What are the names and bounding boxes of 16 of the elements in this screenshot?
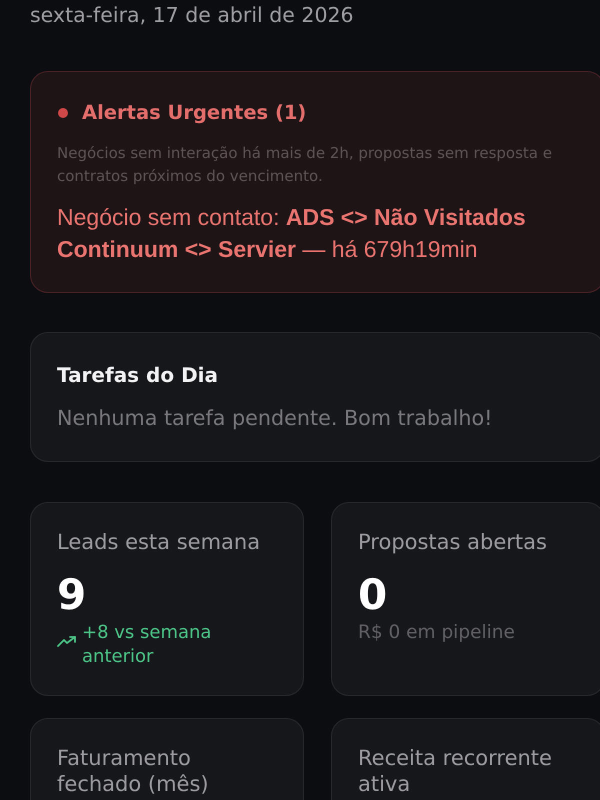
status-dot-icon <box>58 108 68 118</box>
alert-title: Alertas Urgentes (1) <box>82 101 306 125</box>
alert-item[interactable]: Negócio sem contato: ADS <> Não Visitados Continuum <> Servier — há 679h19min <box>57 201 547 265</box>
stat-value: 9 <box>57 570 86 620</box>
date-text: sexta-feira, 17 de abril de 2026 <box>30 2 354 28</box>
tasks-title: Tarefas do Dia <box>57 363 218 387</box>
trend-up-icon <box>57 636 76 647</box>
trend-text: +8 vs semana anterior <box>82 621 212 669</box>
stat-label: Faturamento fechado (mês) <box>57 745 210 797</box>
alert-description: Negócios sem interação há mais de 2h, propostas sem resposta e contratos próximos do vencimento. <box>57 143 553 187</box>
stat-label: Receita recorrente ativa <box>358 745 553 797</box>
empty-message: Nenhuma tarefa pendente. Bom trabalho! <box>57 405 492 432</box>
stat-label: Propostas abertas <box>358 529 547 555</box>
stat-value: 0 <box>358 570 388 620</box>
stat-note: R$ 0 em pipeline <box>358 621 515 645</box>
stat-label: Leads esta semana <box>57 529 260 555</box>
